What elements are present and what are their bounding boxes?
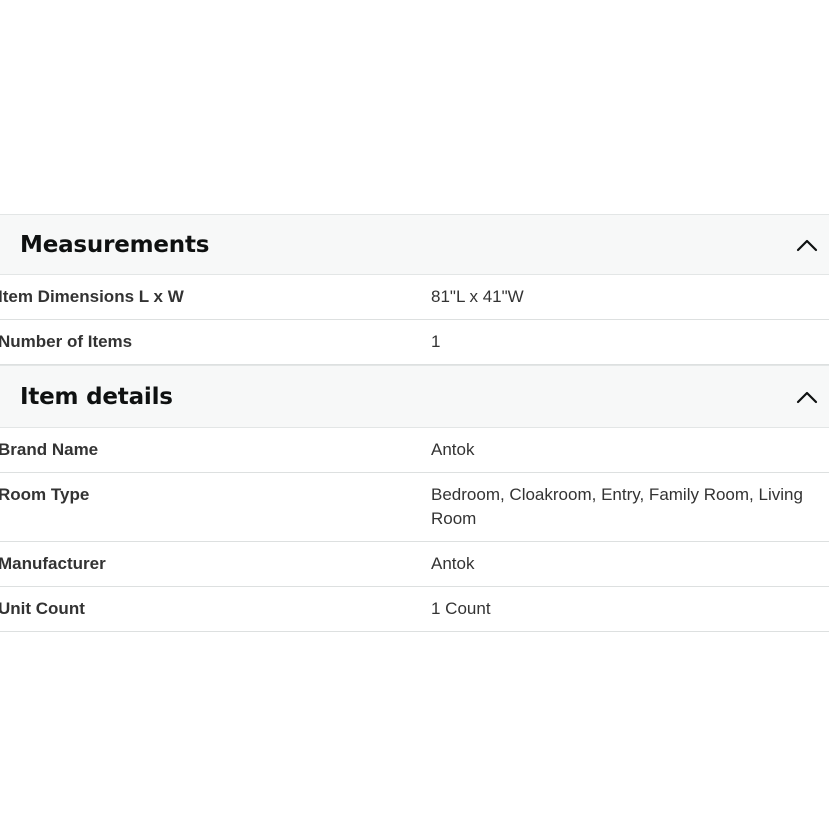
chevron-up-icon[interactable]: [795, 385, 819, 409]
item-details-section-title: Item details: [20, 383, 173, 410]
measurements-section-header[interactable]: Measurements: [0, 214, 829, 275]
row-value-room-type: Bedroom, Cloakroom, Entry, Family Room, …: [431, 485, 803, 528]
table-row: Number of Items 1: [0, 320, 829, 365]
table-row: Unit Count 1 Count: [0, 587, 829, 632]
row-value-manufacturer: Antok: [431, 554, 475, 573]
row-value-brand-name: Antok: [431, 440, 475, 459]
row-label-manufacturer: Manufacturer: [0, 554, 106, 573]
table-row: Manufacturer Antok: [0, 542, 829, 587]
row-label-brand-name: Brand Name: [0, 440, 99, 459]
row-label-room-type: Room Type: [0, 485, 90, 504]
measurements-section-title: Measurements: [20, 231, 210, 258]
chevron-up-icon[interactable]: [795, 233, 819, 257]
row-value-unit-count: 1 Count: [431, 599, 491, 618]
row-label-item-dimensions: Item Dimensions L x W: [0, 287, 184, 306]
row-label-unit-count: Unit Count: [0, 599, 85, 618]
row-value-number-of-items: 1: [431, 332, 441, 351]
product-details-panel: Measurements Item Dimensions L x W 81"L …: [0, 214, 829, 632]
row-label-number-of-items: Number of Items: [0, 332, 133, 351]
table-row: Room Type Bedroom, Cloakroom, Entry, Fam…: [0, 473, 829, 542]
row-value-item-dimensions: 81"L x 41"W: [431, 287, 524, 306]
item-details-section-header[interactable]: Item details: [0, 365, 829, 428]
table-row: Item Dimensions L x W 81"L x 41"W: [0, 275, 829, 320]
table-row: Brand Name Antok: [0, 428, 829, 473]
product-details-page: Measurements Item Dimensions L x W 81"L …: [0, 0, 829, 829]
